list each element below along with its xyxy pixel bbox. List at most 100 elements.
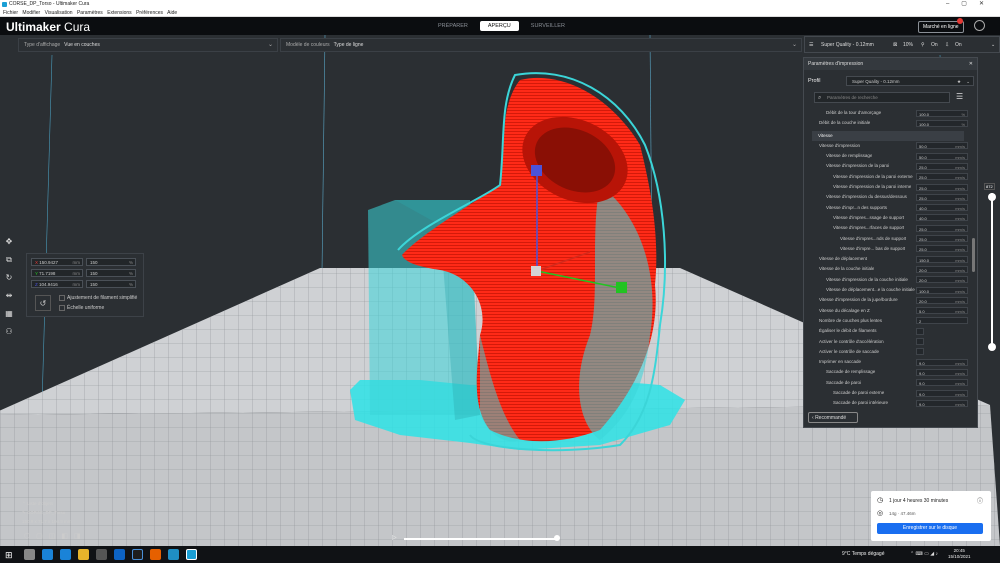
setting-value-input[interactable]: 20.0 mm/s — [916, 296, 968, 304]
scale-x-mm[interactable]: X 150.9427 mm — [31, 258, 83, 266]
setting-value-input[interactable]: 25.0 mm/s — [916, 245, 968, 253]
setting-value-input[interactable]: 100.0 mm/s — [916, 286, 968, 294]
profile-select[interactable]: Super Quality - 0.12mm ★ ⌄ — [846, 76, 974, 86]
firefox-icon[interactable] — [150, 549, 161, 560]
setting-value-input[interactable]: 25.0 mm/s — [916, 235, 968, 243]
setting-value-input[interactable]: 9.0 mm/s — [916, 368, 968, 376]
cura-active-icon[interactable] — [186, 549, 197, 560]
close-icon[interactable]: ✕ — [969, 58, 973, 70]
print-settings-bar[interactable]: ☰ Super Quality - 0.12mm ⊠ 10% ⚲ On ⇩ On… — [804, 36, 1000, 53]
mirror-tool-icon[interactable]: ⇹ — [3, 290, 15, 302]
setting-row[interactable]: Vitesse d'impression 50.0 mm/s — [804, 141, 972, 151]
right-view-icon[interactable]: ◨ — [74, 532, 81, 540]
setting-row[interactable]: Vitesse d'impression du dessus/dessous 25… — [804, 192, 972, 202]
onedrive-icon[interactable] — [132, 549, 143, 560]
setting-row[interactable]: Vitesse d'impression de la paroi 25.0 mm/s — [804, 161, 972, 171]
setting-checkbox[interactable] — [916, 348, 924, 356]
menu-parametres[interactable]: Paramètres — [77, 10, 103, 16]
top-view-icon[interactable]: ◫ — [49, 532, 56, 540]
setting-value-input[interactable]: 40.0 mm/s — [916, 214, 968, 222]
search-icon[interactable] — [24, 549, 35, 560]
setting-value-input[interactable]: 40.0 mm/s — [916, 204, 968, 212]
cura-taskbar-icon[interactable] — [168, 549, 179, 560]
tab-apercu[interactable]: APERÇU — [479, 21, 519, 31]
settings-search-input[interactable]: ⌕ Paramètres de recherche — [814, 92, 950, 103]
snap-scaling-checkbox[interactable] — [59, 295, 65, 301]
setting-value-input[interactable]: 9.0 mm/s — [916, 399, 968, 407]
scale-z-mm[interactable]: Z 104.9416 mm — [31, 280, 83, 288]
setting-row[interactable]: Vitesse d'impression de la paroi externe… — [804, 172, 972, 182]
scale-y-pct[interactable]: 150% — [86, 269, 136, 277]
layer-slider[interactable] — [988, 185, 996, 355]
play-icon[interactable]: ▷ — [392, 534, 397, 541]
menu-fichier[interactable]: Fichier — [3, 10, 18, 16]
setting-value-input[interactable]: 25.0 mm/s — [916, 193, 968, 201]
setting-value-input[interactable]: 25.0 mm/s — [916, 173, 968, 181]
setting-value-input[interactable]: 50.0 mm/s — [916, 152, 968, 160]
setting-value-input[interactable]: 150.0 mm/s — [916, 255, 968, 263]
menu-extensions[interactable]: Extensions — [107, 10, 131, 16]
object-list-toggle[interactable]: ⌃ Liste d'objets — [22, 501, 72, 507]
setting-row[interactable]: Saccade de paroi intérieure 9.0 mm/s — [804, 398, 972, 408]
save-to-disk-button[interactable]: Enregistrer sur le disque — [877, 523, 983, 534]
move-tool-icon[interactable]: ✥ — [3, 236, 15, 248]
setting-value-input[interactable]: 9.0 mm/s — [916, 379, 968, 387]
setting-value-input[interactable]: 5.0 mm/s — [916, 307, 968, 315]
support-blocker-icon[interactable]: ⚇ — [3, 326, 15, 338]
menu-aide[interactable]: Aide — [167, 10, 177, 16]
setting-row[interactable]: Vitesse d'impre... bas de support 25.0 mm/… — [804, 244, 972, 254]
3d-view-icon[interactable]: ⬡ — [24, 532, 30, 540]
scale-y-mm[interactable]: Y 71.7198 mm — [31, 269, 83, 277]
store-icon[interactable] — [96, 549, 107, 560]
settings-section-header[interactable]: Vitesse — [812, 130, 964, 141]
layer-slider-top-handle[interactable] — [988, 193, 996, 201]
tab-preparer[interactable]: PRÉPARER — [430, 21, 476, 31]
setting-row[interactable]: Saccade de paroi 9.0 mm/s — [804, 378, 972, 388]
star-icon[interactable]: ★ — [957, 77, 961, 86]
setting-row[interactable]: Saccade de paroi externe 9.0 mm/s — [804, 388, 972, 398]
edge-icon[interactable] — [60, 549, 71, 560]
menu-modifier[interactable]: Modifier — [22, 10, 40, 16]
account-icon[interactable] — [974, 20, 985, 31]
setting-value-input[interactable]: 25.0 mm/s — [916, 224, 968, 232]
mail-icon[interactable] — [114, 549, 125, 560]
setting-row[interactable]: Débit de la tour d'amorçage 100.0% — [804, 108, 972, 118]
setting-value-input[interactable]: 2 — [916, 317, 968, 325]
setting-row[interactable]: Vitesse de déplacement 150.0 mm/s — [804, 254, 972, 264]
system-tray-icons[interactable]: ⌃ ⌨ ▭ ◢ ♪ — [910, 551, 938, 557]
path-slider-handle[interactable] — [554, 535, 560, 541]
setting-row[interactable]: Vitesse d'impression de la couche initia… — [804, 275, 972, 285]
setting-value-input[interactable]: 9.0 mm/s — [916, 389, 968, 397]
edge-icon[interactable] — [42, 549, 53, 560]
setting-value-input[interactable]: 25.0 mm/s — [916, 183, 968, 191]
view-type-selector[interactable]: Type d'affichage Vue en couches ⌄ — [18, 38, 278, 52]
scale-tool-icon[interactable]: ⧉ — [3, 254, 15, 266]
color-scheme-selector[interactable]: Modèle de couleurs Type de ligne ⌄ — [280, 38, 802, 52]
setting-row[interactable]: Vitesse du décalage en Z 5.0 mm/s — [804, 306, 972, 316]
setting-row[interactable]: Vitesse d'impres...rfaces de support 25.0… — [804, 223, 972, 233]
left-view-icon[interactable]: ◧ — [61, 532, 68, 540]
setting-row[interactable]: Vitesse d'impr...n des supports 40.0 mm/s — [804, 203, 972, 213]
recommended-button[interactable]: ‹ Recommandé — [808, 412, 858, 423]
setting-row[interactable]: Égaliser le débit de filaments — [804, 326, 972, 336]
setting-row[interactable]: Imprimer en saccade 9.0 mm/s — [804, 357, 972, 367]
setting-row[interactable]: Vitesse d'impression de la jupe/bordure 2… — [804, 295, 972, 305]
file-explorer-icon[interactable] — [78, 549, 89, 560]
setting-row[interactable]: Débit de la couche initiale 100.0% — [804, 118, 972, 128]
windows-start-icon[interactable]: ⊞ — [5, 550, 13, 561]
scale-z-pct[interactable]: 150% — [86, 280, 136, 288]
setting-value-input[interactable]: 20.0 mm/s — [916, 276, 968, 284]
setting-value-input[interactable]: 100.0% — [916, 109, 968, 117]
setting-checkbox[interactable] — [916, 338, 924, 346]
setting-row[interactable]: Vitesse d'impres...nds de support 25.0 mm/… — [804, 234, 972, 244]
setting-row[interactable]: Vitesse de remplissage 50.0 mm/s — [804, 151, 972, 161]
scale-x-pct[interactable]: 150% — [86, 258, 136, 266]
setting-row[interactable]: Vitesse d'impression de la paroi interne… — [804, 182, 972, 192]
setting-value-input[interactable]: 50.0 mm/s — [916, 142, 968, 150]
taskbar-clock[interactable]: 20:45 15/10/2021 — [948, 548, 971, 560]
tab-surveiller[interactable]: SURVEILLER — [523, 21, 573, 31]
menu-visualisation[interactable]: Visualisation — [45, 10, 73, 16]
setting-row[interactable]: Activer le contrôle de saccade — [804, 347, 972, 357]
front-view-icon[interactable]: ▢ — [36, 532, 43, 540]
menu-icon[interactable]: ☰ — [956, 92, 963, 101]
